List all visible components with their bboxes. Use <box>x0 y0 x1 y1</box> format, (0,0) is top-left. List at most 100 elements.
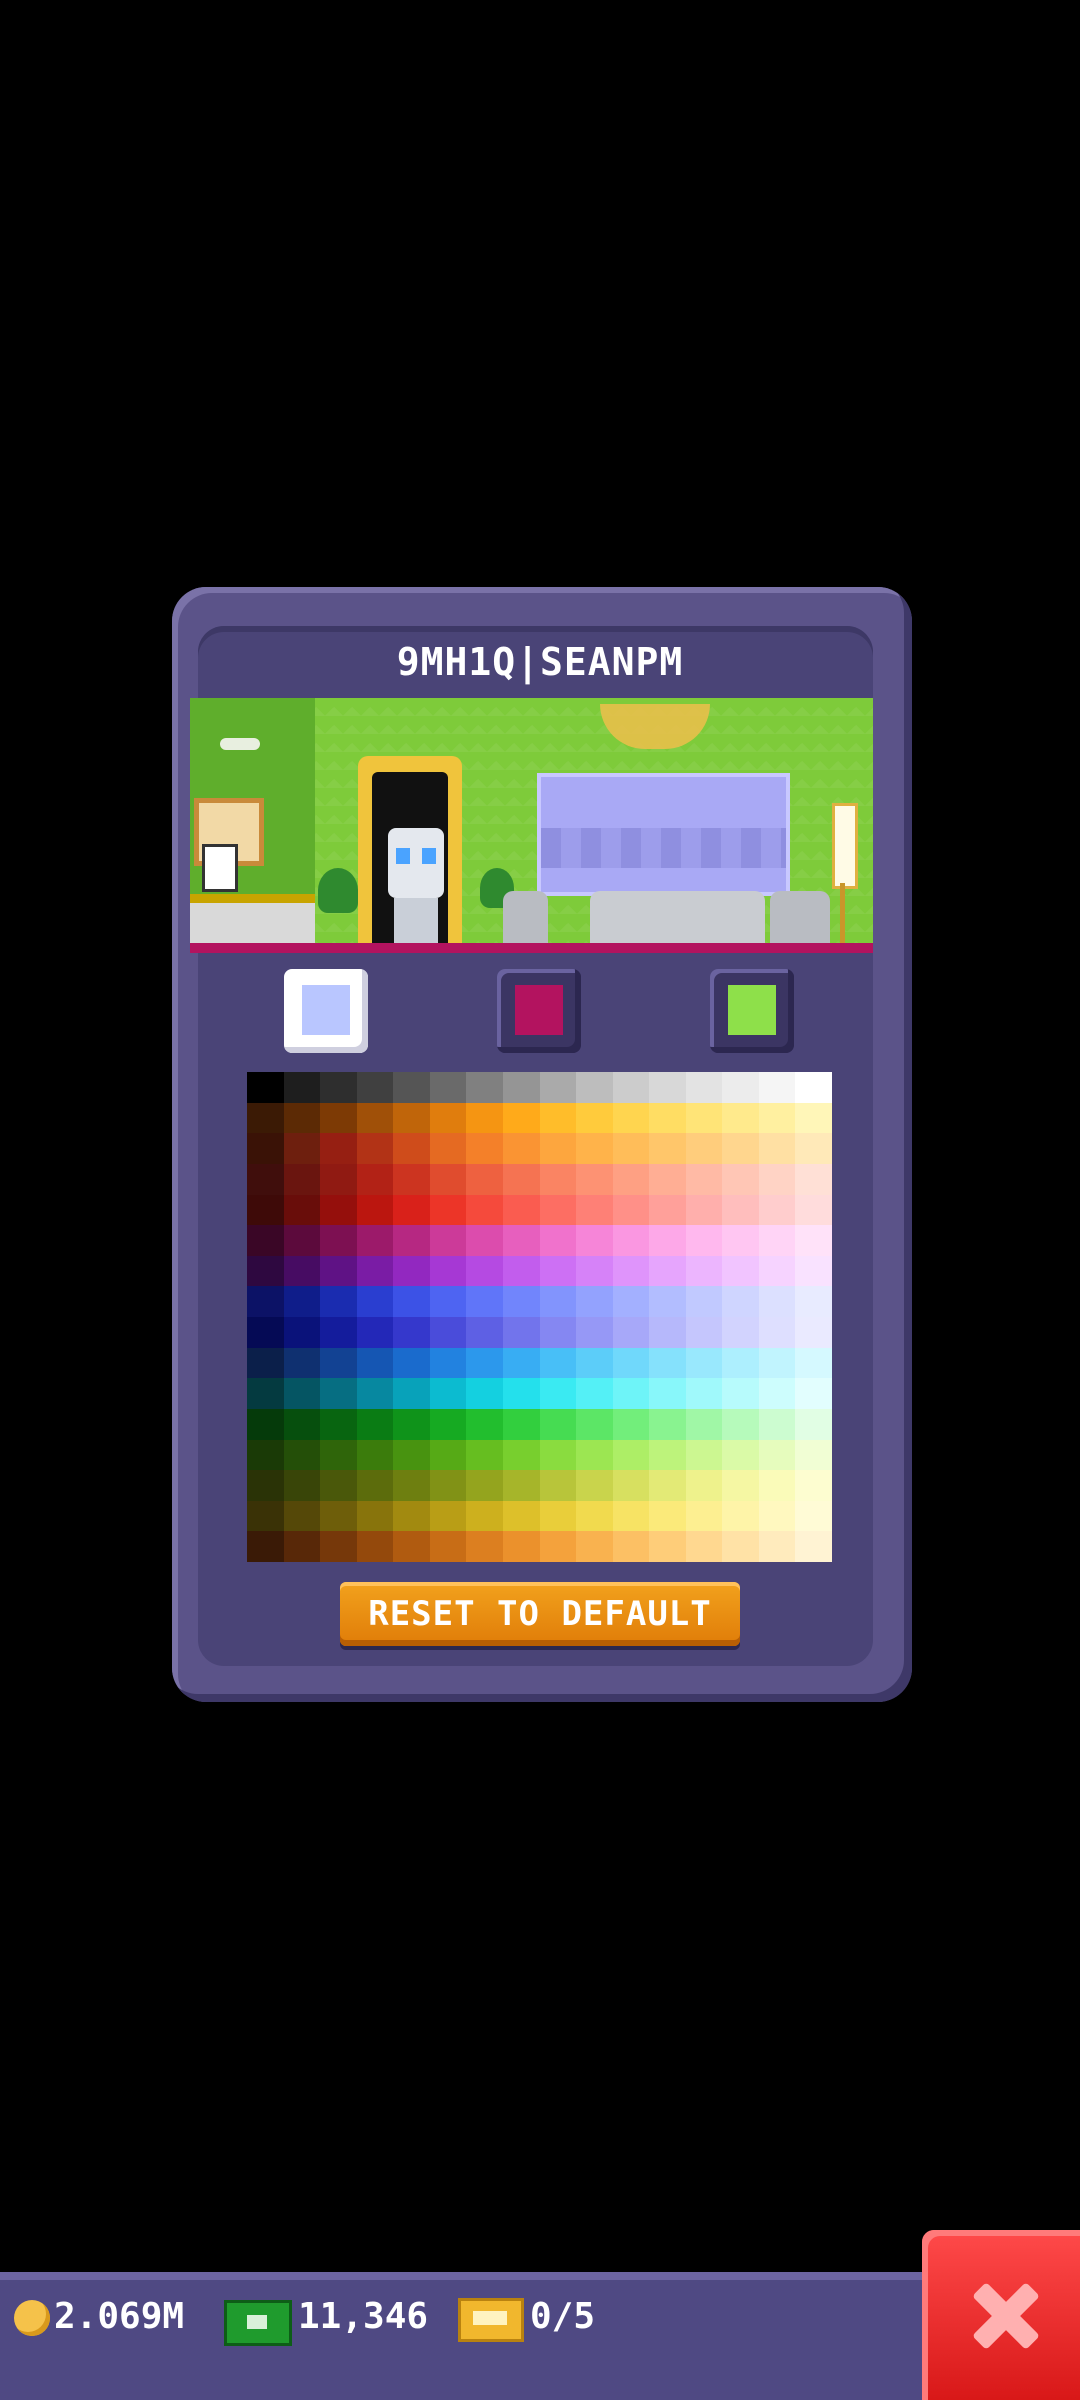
palette-cell[interactable] <box>429 1133 467 1164</box>
palette-cell[interactable] <box>685 1500 723 1532</box>
palette-cell[interactable] <box>795 1072 832 1103</box>
palette-cell[interactable] <box>283 1072 321 1103</box>
palette-cell[interactable] <box>539 1347 577 1379</box>
palette-cell[interactable] <box>247 1500 284 1532</box>
palette-cell[interactable] <box>649 1378 686 1409</box>
palette-cell[interactable] <box>758 1439 796 1471</box>
palette-cell[interactable] <box>356 1102 394 1134</box>
palette-cell[interactable] <box>356 1072 394 1103</box>
palette-cell[interactable] <box>502 1378 540 1409</box>
palette-cell[interactable] <box>429 1470 467 1501</box>
palette-cell[interactable] <box>502 1102 540 1134</box>
palette-cell[interactable] <box>429 1408 467 1440</box>
palette-cell[interactable] <box>649 1439 686 1471</box>
palette-cell[interactable] <box>649 1225 686 1256</box>
palette-cell[interactable] <box>247 1347 284 1379</box>
palette-cell[interactable] <box>320 1470 357 1501</box>
palette-cell[interactable] <box>393 1500 430 1532</box>
palette-cell[interactable] <box>356 1378 394 1409</box>
palette-cell[interactable] <box>247 1439 284 1471</box>
palette-cell[interactable] <box>356 1225 394 1256</box>
palette-cell[interactable] <box>539 1439 577 1471</box>
palette-cell[interactable] <box>466 1194 503 1226</box>
palette-cell[interactable] <box>722 1347 759 1379</box>
palette-cell[interactable] <box>649 1194 686 1226</box>
palette-cell[interactable] <box>685 1531 723 1562</box>
palette-cell[interactable] <box>795 1317 832 1348</box>
palette-cell[interactable] <box>576 1531 613 1562</box>
palette-cell[interactable] <box>429 1225 467 1256</box>
reset-to-default-button[interactable]: RESET TO DEFAULT <box>340 1582 740 1646</box>
palette-cell[interactable] <box>429 1255 467 1287</box>
palette-cell[interactable] <box>356 1255 394 1287</box>
palette-cell[interactable] <box>466 1378 503 1409</box>
palette-cell[interactable] <box>576 1470 613 1501</box>
palette-cell[interactable] <box>393 1347 430 1379</box>
palette-cell[interactable] <box>466 1286 503 1317</box>
palette-cell[interactable] <box>722 1531 759 1562</box>
palette-cell[interactable] <box>429 1347 467 1379</box>
palette-cell[interactable] <box>576 1102 613 1134</box>
palette-cell[interactable] <box>502 1194 540 1226</box>
palette-cell[interactable] <box>539 1255 577 1287</box>
palette-cell[interactable] <box>320 1500 357 1532</box>
palette-cell[interactable] <box>247 1072 284 1103</box>
palette-cell[interactable] <box>356 1317 394 1348</box>
palette-cell[interactable] <box>283 1286 321 1317</box>
palette-cell[interactable] <box>539 1500 577 1532</box>
palette-cell[interactable] <box>356 1347 394 1379</box>
palette-cell[interactable] <box>320 1286 357 1317</box>
color-slot-2[interactable] <box>497 969 581 1053</box>
palette-cell[interactable] <box>722 1102 759 1134</box>
palette-cell[interactable] <box>429 1286 467 1317</box>
palette-cell[interactable] <box>758 1255 796 1287</box>
palette-cell[interactable] <box>795 1470 832 1501</box>
palette-cell[interactable] <box>429 1194 467 1226</box>
palette-cell[interactable] <box>685 1347 723 1379</box>
palette-cell[interactable] <box>283 1163 321 1195</box>
palette-cell[interactable] <box>758 1378 796 1409</box>
palette-cell[interactable] <box>685 1225 723 1256</box>
palette-cell[interactable] <box>247 1255 284 1287</box>
palette-cell[interactable] <box>795 1102 832 1134</box>
palette-cell[interactable] <box>356 1408 394 1440</box>
palette-cell[interactable] <box>247 1408 284 1440</box>
palette-cell[interactable] <box>393 1531 430 1562</box>
palette-cell[interactable] <box>612 1133 650 1164</box>
palette-cell[interactable] <box>576 1378 613 1409</box>
palette-cell[interactable] <box>466 1317 503 1348</box>
palette-cell[interactable] <box>685 1255 723 1287</box>
palette-cell[interactable] <box>283 1194 321 1226</box>
palette-cell[interactable] <box>612 1072 650 1103</box>
palette-cell[interactable] <box>649 1470 686 1501</box>
palette-cell[interactable] <box>758 1133 796 1164</box>
palette-cell[interactable] <box>393 1102 430 1134</box>
palette-cell[interactable] <box>612 1347 650 1379</box>
palette-cell[interactable] <box>649 1133 686 1164</box>
palette-cell[interactable] <box>612 1194 650 1226</box>
palette-cell[interactable] <box>393 1072 430 1103</box>
palette-cell[interactable] <box>649 1102 686 1134</box>
palette-cell[interactable] <box>576 1317 613 1348</box>
palette-cell[interactable] <box>320 1133 357 1164</box>
palette-cell[interactable] <box>649 1500 686 1532</box>
palette-cell[interactable] <box>356 1194 394 1226</box>
palette-cell[interactable] <box>320 1255 357 1287</box>
palette-cell[interactable] <box>283 1439 321 1471</box>
palette-cell[interactable] <box>612 1470 650 1501</box>
palette-cell[interactable] <box>429 1317 467 1348</box>
palette-cell[interactable] <box>283 1133 321 1164</box>
palette-cell[interactable] <box>466 1500 503 1532</box>
palette-cell[interactable] <box>502 1531 540 1562</box>
palette-cell[interactable] <box>502 1072 540 1103</box>
palette-cell[interactable] <box>429 1102 467 1134</box>
close-button[interactable] <box>922 2230 1080 2400</box>
palette-cell[interactable] <box>283 1225 321 1256</box>
palette-cell[interactable] <box>356 1439 394 1471</box>
palette-cell[interactable] <box>539 1408 577 1440</box>
palette-cell[interactable] <box>539 1072 577 1103</box>
palette-cell[interactable] <box>576 1163 613 1195</box>
palette-cell[interactable] <box>393 1439 430 1471</box>
palette-cell[interactable] <box>466 1439 503 1471</box>
palette-cell[interactable] <box>466 1072 503 1103</box>
